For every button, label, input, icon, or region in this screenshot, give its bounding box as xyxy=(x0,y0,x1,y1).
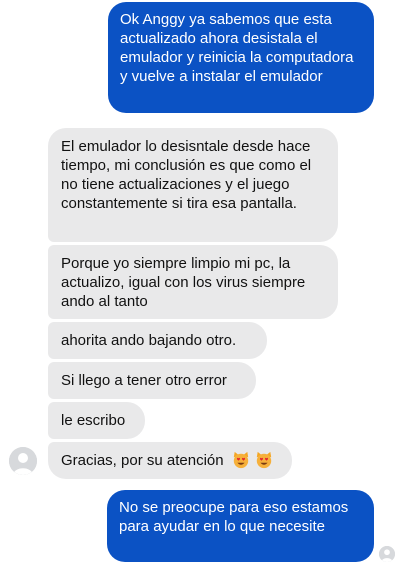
default-profile-icon xyxy=(379,546,395,562)
message-text: No se preocupe para eso estamos para ayu… xyxy=(119,499,349,535)
incoming-message[interactable]: Porque yo siempre limpio mi pc, la actua… xyxy=(48,245,338,319)
incoming-message[interactable]: le escribo xyxy=(48,402,145,439)
message-text: Porque yo siempre limpio mi pc, la actua… xyxy=(61,255,306,310)
chat-thread: Ok Anggy ya sabemos que esta actualizado… xyxy=(0,0,409,563)
heart-eyes-cat-icon xyxy=(255,451,273,474)
message-text: Si llego a tener otro error xyxy=(61,372,227,389)
outgoing-message[interactable]: No se preocupe para eso estamos para ayu… xyxy=(107,490,374,562)
sender-avatar[interactable] xyxy=(9,447,37,475)
message-text: le escribo xyxy=(61,412,126,429)
message-text: Ok Anggy ya sabemos que esta actualizado… xyxy=(120,11,354,85)
outgoing-message[interactable]: Ok Anggy ya sabemos que esta actualizado… xyxy=(108,2,374,113)
incoming-message[interactable]: Gracias, por su atención xyxy=(48,442,292,479)
incoming-message[interactable]: El emulador lo desisntale desde hace tie… xyxy=(48,128,338,242)
incoming-message[interactable]: Si llego a tener otro error xyxy=(48,362,256,399)
seen-avatar xyxy=(379,546,395,562)
default-profile-icon xyxy=(9,447,37,475)
message-text: Gracias, por su atención xyxy=(61,452,224,469)
message-text: El emulador lo desisntale desde hace tie… xyxy=(61,138,312,212)
message-text: ahorita ando bajando otro. xyxy=(61,332,237,349)
incoming-message[interactable]: ahorita ando bajando otro. xyxy=(48,322,267,359)
emoji-group xyxy=(231,451,273,474)
heart-eyes-cat-icon xyxy=(232,451,250,474)
